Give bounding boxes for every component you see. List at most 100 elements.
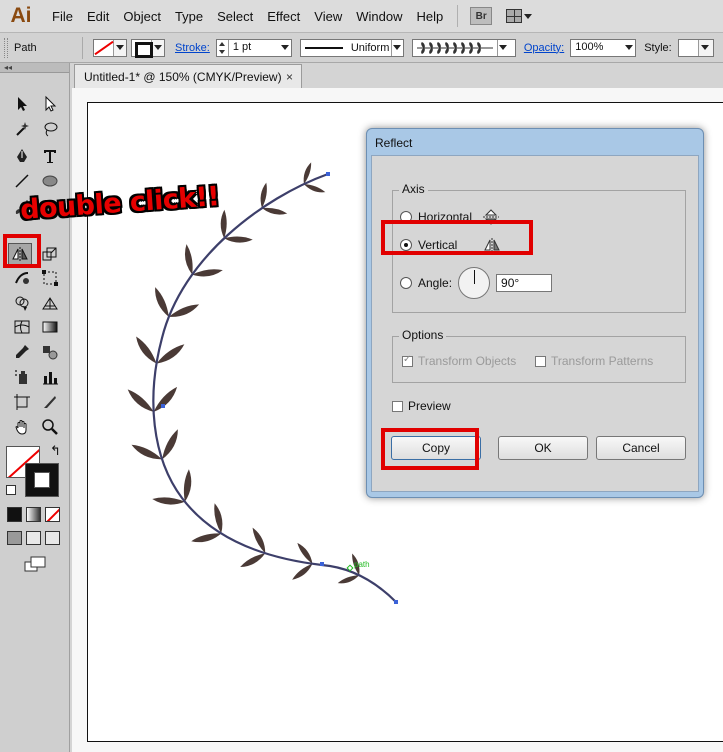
angle-radio-row[interactable]: Angle: 90°	[400, 267, 553, 299]
menu-select[interactable]: Select	[217, 9, 253, 24]
menu-type[interactable]: Type	[175, 9, 203, 24]
warp-icon	[15, 272, 29, 284]
direct-selection-tool[interactable]	[38, 93, 62, 115]
eyedropper-tool[interactable]	[10, 341, 34, 363]
laurel-leaf	[136, 336, 157, 364]
hand-tool[interactable]	[10, 416, 34, 438]
menu-file[interactable]: File	[52, 9, 73, 24]
type-tool[interactable]	[38, 145, 62, 167]
artboard-tool[interactable]	[10, 391, 34, 413]
document-tab[interactable]: Untitled-1* @ 150% (CMYK/Preview) ×	[74, 64, 302, 88]
opacity-input[interactable]: 100%	[570, 38, 637, 57]
scale-tool[interactable]	[38, 243, 62, 265]
stroke-weight-value[interactable]: 1 pt	[228, 39, 279, 56]
arrow-black-icon	[18, 97, 27, 111]
workspace-switcher[interactable]	[506, 9, 533, 23]
brush-definition-dropdown[interactable]	[411, 38, 516, 57]
angle-dial[interactable]	[458, 267, 491, 299]
gradient-icon	[42, 321, 58, 333]
color-mode-button[interactable]	[7, 507, 22, 522]
ok-button[interactable]: OK	[498, 436, 588, 460]
magic-wand-tool[interactable]	[10, 118, 34, 140]
zoom-tool[interactable]	[38, 416, 62, 438]
bar-graph-icon	[43, 372, 58, 385]
drawing-mode-buttons	[7, 531, 60, 545]
preview-checkbox[interactable]	[392, 400, 403, 412]
variable-width-profile-dropdown[interactable]: Uniform	[299, 38, 404, 57]
laurel-leaf	[220, 209, 227, 239]
draw-normal-button[interactable]	[7, 531, 22, 545]
stepper-down-icon	[219, 49, 226, 54]
preview-row[interactable]: Preview	[392, 399, 451, 413]
menu-separator	[457, 5, 459, 27]
default-fill-stroke-icon[interactable]	[6, 485, 16, 495]
perspective-grid-tool[interactable]	[38, 292, 62, 314]
stroke-color-dropdown[interactable]	[131, 38, 165, 58]
swap-fill-stroke-icon[interactable]: ↰	[50, 443, 61, 459]
draw-inside-button[interactable]	[45, 531, 60, 545]
chevron-down-icon	[700, 45, 709, 50]
screen-mode-button[interactable]	[24, 556, 46, 575]
stroke-weight-input[interactable]: 1 pt	[215, 38, 292, 57]
cancel-button[interactable]: Cancel	[596, 436, 686, 460]
stroke-link[interactable]: Stroke:	[175, 42, 210, 54]
tools-panel-collapse[interactable]: ◂◂	[0, 63, 69, 73]
stroke-weight-stepper[interactable]	[217, 39, 229, 56]
preview-label: Preview	[408, 399, 451, 413]
lasso-icon	[44, 122, 58, 137]
blend-tool[interactable]	[38, 341, 62, 363]
laurel-leaf	[185, 244, 193, 275]
pen-tool[interactable]	[10, 145, 34, 167]
column-graph-tool[interactable]	[38, 366, 62, 388]
bridge-button[interactable]: Br	[470, 7, 493, 25]
line-segment-tool[interactable]	[10, 170, 34, 192]
pen-icon	[17, 149, 27, 162]
chevron-down-icon	[280, 45, 289, 50]
laurel-stem	[152, 172, 397, 603]
panel-grip[interactable]	[4, 37, 8, 58]
workspace-grid-icon	[506, 9, 523, 23]
shape-builder-tool[interactable]	[10, 292, 34, 314]
fill-none-swatch	[94, 39, 114, 56]
stroke-swatch-black[interactable]	[25, 463, 59, 497]
transform-objects-row: Transform Objects	[402, 354, 516, 368]
graphic-style-dropdown[interactable]	[677, 38, 714, 57]
chevron-down-icon	[154, 45, 162, 50]
close-tab-icon[interactable]: ×	[286, 70, 293, 84]
angle-radio[interactable]	[400, 277, 412, 289]
menu-help[interactable]: Help	[416, 9, 443, 24]
free-transform-icon	[42, 270, 58, 286]
menu-view[interactable]: View	[314, 9, 342, 24]
opacity-link[interactable]: Opacity:	[524, 42, 564, 54]
warp-tool[interactable]	[10, 267, 34, 289]
menu-edit[interactable]: Edit	[87, 9, 109, 24]
gradient-mode-button[interactable]	[26, 507, 41, 522]
free-transform-tool[interactable]	[38, 267, 62, 289]
copy-button-highlight	[381, 428, 479, 470]
menu-window[interactable]: Window	[356, 9, 402, 24]
selection-tool[interactable]	[10, 93, 34, 115]
laurel-leaf	[127, 389, 154, 412]
chevron-down-icon	[524, 13, 533, 19]
fill-color-dropdown[interactable]	[93, 38, 127, 57]
angle-input[interactable]: 90°	[496, 274, 553, 292]
menu-effect[interactable]: Effect	[267, 9, 300, 24]
opacity-value[interactable]: 100%	[571, 39, 624, 56]
laurel-leaf	[240, 553, 266, 567]
smart-guide-label: path	[354, 560, 370, 569]
laurel-leaf	[153, 386, 178, 412]
selection-type-label: Path	[14, 41, 37, 54]
slice-tool[interactable]	[38, 391, 62, 413]
none-mode-button[interactable]	[45, 507, 60, 522]
type-t-icon	[44, 150, 56, 163]
laurel-leaf	[337, 575, 360, 584]
menu-object[interactable]: Object	[123, 9, 161, 24]
stepper-up-icon	[219, 41, 226, 46]
draw-behind-button[interactable]	[26, 531, 41, 545]
laurel-leaf	[168, 304, 200, 317]
symbol-sprayer-tool[interactable]	[10, 366, 34, 388]
mesh-tool[interactable]	[10, 316, 34, 338]
lasso-tool[interactable]	[38, 118, 62, 140]
ellipse-tool[interactable]	[38, 170, 62, 192]
gradient-tool[interactable]	[38, 316, 62, 338]
